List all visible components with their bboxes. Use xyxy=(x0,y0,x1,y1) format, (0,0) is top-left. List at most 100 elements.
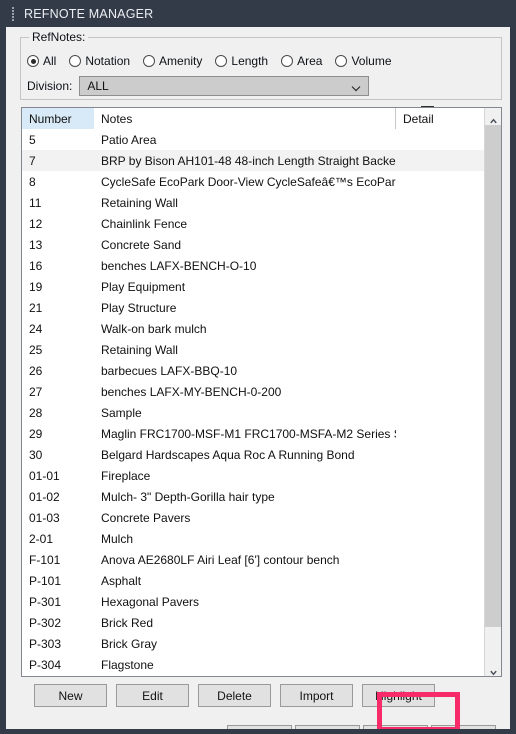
radio-mark-icon xyxy=(69,55,82,67)
cell-notes: Concrete Pavers xyxy=(101,510,191,525)
cell-number: 21 xyxy=(29,300,43,315)
radio-mark-icon xyxy=(215,55,228,67)
table-row[interactable]: F-101 Anova AE2680LF Airi Leaf [6'] conto… xyxy=(22,549,484,570)
table-row[interactable]: 13 Concrete Sand xyxy=(22,234,484,255)
cell-notes: Chainlink Fence xyxy=(101,216,188,231)
radio-volume[interactable]: Volume xyxy=(335,54,392,68)
help-button[interactable]: Help xyxy=(431,725,496,729)
table-row[interactable]: 30 Belgard Hardscapes Aqua Roc A Running … xyxy=(22,444,484,465)
table-row[interactable]: 28 Sample xyxy=(22,402,484,423)
table-row[interactable]: P-301 Hexagonal Pavers xyxy=(22,591,484,612)
cell-number: 13 xyxy=(29,237,43,252)
cell-number: P-301 xyxy=(29,594,62,609)
cell-number: 2-01 xyxy=(29,531,54,546)
refnotes-listview[interactable]: Number Notes Detail 5 Patio Area 7 BRP by B… xyxy=(21,107,502,677)
division-selected-value: ALL xyxy=(87,79,109,93)
cell-notes: Asphalt xyxy=(101,573,142,588)
radio-area[interactable]: Area xyxy=(281,54,322,68)
radio-mark-icon xyxy=(27,55,39,67)
scrollbar-track[interactable] xyxy=(485,125,501,659)
highlight-button[interactable]: Highlight xyxy=(362,684,435,707)
cell-notes: Brick Red xyxy=(101,615,154,630)
scroll-up-arrow-icon[interactable] xyxy=(485,108,501,125)
refnotes-filter-radio-group: All Notation Amenity Length Area Volume xyxy=(27,54,405,68)
table-row[interactable]: 24 Walk-on bark mulch xyxy=(22,318,484,339)
radio-mark-icon xyxy=(143,55,156,67)
table-row[interactable]: 29 Maglin FRC1700-MSF-M1 FRC1700-MSFA-M2 … xyxy=(22,423,484,444)
cell-number: 30 xyxy=(29,447,43,462)
table-row[interactable]: 25 Retaining Wall xyxy=(22,339,484,360)
schedule-button[interactable]: Schedule xyxy=(363,725,428,729)
cell-number: P-303 xyxy=(29,636,62,651)
radio-mark-icon xyxy=(281,55,294,67)
listview-header: Number Notes Detail xyxy=(22,108,501,130)
cell-number: 12 xyxy=(29,216,43,231)
window-titlebar[interactable]: REFNOTE MANAGER xyxy=(6,0,510,27)
cell-number: 01-02 xyxy=(29,489,60,504)
scrollbar-thumb[interactable] xyxy=(485,125,501,627)
table-row[interactable]: P-304 Flagstone xyxy=(22,654,484,675)
cell-notes: Fireplace xyxy=(101,468,151,483)
radio-notation[interactable]: Notation xyxy=(69,54,130,68)
place-button[interactable]: Place xyxy=(227,725,292,729)
primary-action-buttons: New Edit Delete Import Highlight xyxy=(34,684,435,707)
cell-notes: Sample xyxy=(101,405,142,420)
delete-button[interactable]: Delete xyxy=(198,684,271,707)
radio-length[interactable]: Length xyxy=(215,54,268,68)
radio-area-label: Area xyxy=(297,54,323,68)
cell-number: 19 xyxy=(29,279,43,294)
cell-number: P-101 xyxy=(29,573,62,588)
table-row[interactable]: 01-01 Fireplace xyxy=(22,465,484,486)
table-row[interactable]: 27 benches LAFX-MY-BENCH-0-200 xyxy=(22,381,484,402)
cell-notes: barbecues LAFX-BBQ-10 xyxy=(101,363,238,378)
radio-all[interactable]: All xyxy=(27,54,56,68)
edit-button[interactable]: Edit xyxy=(116,684,189,707)
radio-length-label: Length xyxy=(231,54,269,68)
table-row[interactable]: P-303 Brick Gray xyxy=(22,633,484,654)
column-header-number[interactable]: Number xyxy=(22,108,94,129)
cell-notes: Walk-on bark mulch xyxy=(101,321,207,336)
radio-all-label: All xyxy=(43,54,57,68)
table-row[interactable]: P-101 Asphalt xyxy=(22,570,484,591)
scroll-down-arrow-icon[interactable] xyxy=(485,659,501,676)
table-row[interactable]: 01-03 Concrete Pavers xyxy=(22,507,484,528)
new-button[interactable]: New xyxy=(34,684,107,707)
cell-notes: Anova AE2680LF Airi Leaf [6'] contour be… xyxy=(101,552,340,567)
cell-number: 8 xyxy=(29,174,36,189)
table-row[interactable]: 11 Retaining Wall xyxy=(22,192,484,213)
cell-number: P-302 xyxy=(29,615,62,630)
cell-notes: Patio Area xyxy=(101,132,157,147)
cell-notes: benches LAFX-MY-BENCH-0-200 xyxy=(101,384,282,399)
table-row[interactable]: 01-02 Mulch- 3" Depth-Gorilla hair type xyxy=(22,486,484,507)
cell-notes: Retaining Wall xyxy=(101,342,178,357)
table-row[interactable]: 16 benches LAFX-BENCH-O-10 xyxy=(22,255,484,276)
table-row[interactable]: 26 barbecues LAFX-BBQ-10 xyxy=(22,360,484,381)
cell-number: 26 xyxy=(29,363,43,378)
secondary-action-buttons: Place Callout Schedule Help xyxy=(227,725,496,729)
page-title: REFNOTE MANAGER xyxy=(24,6,154,21)
table-row[interactable]: 21 Play Structure xyxy=(22,297,484,318)
cell-notes: Brick Gray xyxy=(101,636,158,651)
drag-grip-icon[interactable] xyxy=(8,6,18,22)
table-row[interactable]: 5 Patio Area xyxy=(22,129,484,150)
table-row[interactable]: 12 Chainlink Fence xyxy=(22,213,484,234)
table-row[interactable]: P-302 Brick Red xyxy=(22,612,484,633)
radio-mark-icon xyxy=(335,55,348,67)
refnotes-groupbox-label: RefNotes: xyxy=(29,30,89,44)
dialog-client-area: RefNotes: All Notation Amenity Length Ar… xyxy=(6,27,510,729)
column-header-notes[interactable]: Notes xyxy=(94,108,396,129)
table-row[interactable]: 8 CycleSafe EcoPark Door-View CycleSafeâ€… xyxy=(22,171,484,192)
division-select[interactable]: ALL xyxy=(79,76,370,96)
cell-notes: CycleSafe EcoPark Door-View CycleSafeâ€™… xyxy=(101,174,396,189)
radio-amenity[interactable]: Amenity xyxy=(143,54,202,68)
table-row[interactable]: P-401Concrete Blue xyxy=(22,675,484,676)
table-row[interactable]: 7 BRP by Bison AH101-48 48-inch Length St… xyxy=(22,150,484,171)
listview-scrollbar[interactable] xyxy=(484,108,501,676)
listview-body[interactable]: 5 Patio Area 7 BRP by Bison AH101-48 48-inc… xyxy=(22,129,484,676)
import-button[interactable]: Import xyxy=(280,684,353,707)
table-row[interactable]: 2-01 Mulch xyxy=(22,528,484,549)
cell-notes: Play Equipment xyxy=(101,279,186,294)
callout-button[interactable]: Callout xyxy=(295,725,360,729)
table-row[interactable]: 19 Play Equipment xyxy=(22,276,484,297)
radio-notation-label: Notation xyxy=(85,54,131,68)
